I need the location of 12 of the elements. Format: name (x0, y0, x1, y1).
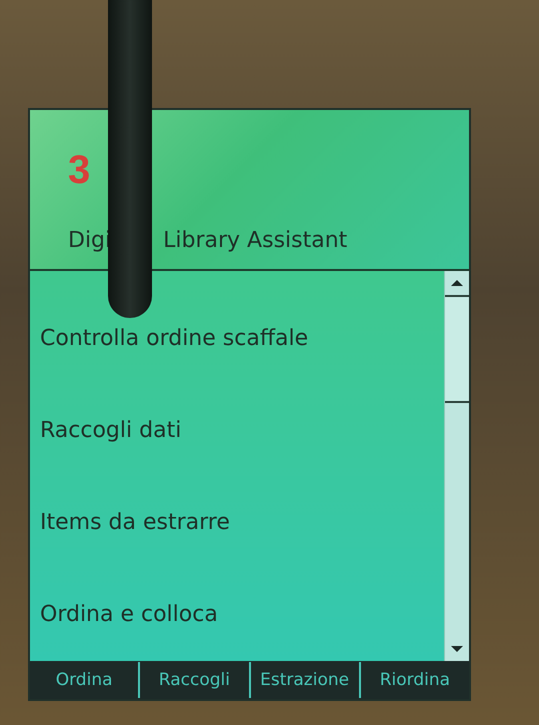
app-title: Library Assistant (163, 228, 348, 253)
scroll-thumb[interactable] (445, 294, 469, 403)
menu-item[interactable]: Items da estrarre (40, 476, 230, 569)
scrollbar[interactable] (444, 270, 469, 661)
brand-logo: 3 (68, 150, 90, 190)
menu-item[interactable]: Ordina e colloca (40, 568, 218, 661)
tab[interactable]: Ordina (30, 662, 138, 698)
tab[interactable]: Riordina (358, 662, 469, 698)
tab[interactable]: Estrazione (248, 662, 359, 698)
menu-item[interactable]: Raccogli dati (40, 384, 182, 477)
tab[interactable]: Raccogli (138, 662, 248, 698)
menu-item[interactable]: Controlla ordine scaffale (40, 292, 308, 385)
